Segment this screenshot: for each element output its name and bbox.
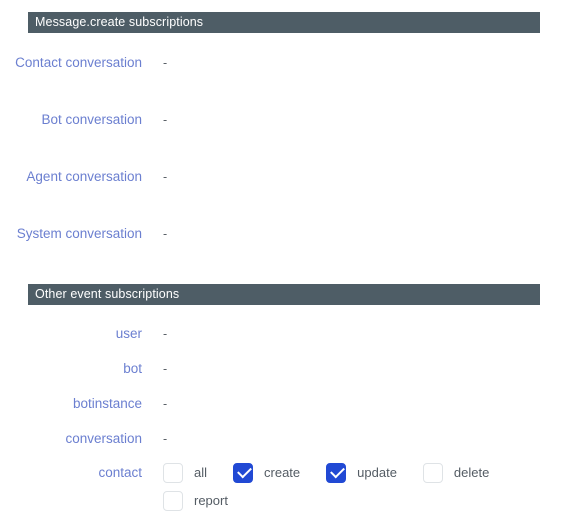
checkbox-all[interactable] xyxy=(163,463,183,483)
row-label-bot: bot xyxy=(123,361,142,376)
checkbox-label-report[interactable]: report xyxy=(194,487,228,515)
form-row-botinstance: botinstance - xyxy=(0,393,569,415)
row-value-bot: - xyxy=(163,362,168,376)
section-header-other-events: Other event subscriptions xyxy=(28,284,540,305)
form-row-agent-conversation: Agent conversation - xyxy=(0,166,569,188)
row-label-user: user xyxy=(115,326,142,341)
checkbox-delete[interactable] xyxy=(422,463,443,483)
row-value-agent-conversation: - xyxy=(163,170,168,184)
row-label-agent-conversation: Agent conversation xyxy=(26,169,142,184)
row-value-bot-conversation: - xyxy=(163,113,168,127)
checkbox-label-all[interactable]: all xyxy=(194,459,207,487)
checkbox-update[interactable] xyxy=(326,463,347,483)
form-row-bot-conversation: Bot conversation - xyxy=(0,109,569,131)
checkbox-item-report[interactable]: report xyxy=(163,487,228,515)
checkbox-label-update[interactable]: update xyxy=(357,459,397,487)
form-row-conversation: conversation - xyxy=(0,428,569,450)
contact-event-checkbox-group: all create update delete report xyxy=(163,459,489,515)
checkbox-create[interactable] xyxy=(233,463,254,483)
check-icon xyxy=(237,463,252,479)
row-value-botinstance: - xyxy=(163,397,168,411)
checkbox-item-delete[interactable]: delete xyxy=(422,459,489,487)
row-label-system-conversation: System conversation xyxy=(16,226,142,241)
contact-checkbox-line-1: all create update delete xyxy=(163,459,489,487)
section-header-message-create: Message.create subscriptions xyxy=(28,12,540,33)
form-row-system-conversation: System conversation - xyxy=(0,223,569,245)
checkbox-item-create[interactable]: create xyxy=(233,459,326,487)
row-value-contact-conversation: - xyxy=(163,56,168,70)
row-label-botinstance: botinstance xyxy=(72,396,142,411)
row-label-contact: contact xyxy=(98,465,142,480)
form-row-bot: bot - xyxy=(0,358,569,380)
checkbox-label-delete[interactable]: delete xyxy=(454,459,489,487)
checkbox-item-all[interactable]: all xyxy=(163,459,233,487)
checkbox-label-create[interactable]: create xyxy=(264,459,300,487)
subscriptions-page: Message.create subscriptions Contact con… xyxy=(0,0,569,522)
row-value-conversation: - xyxy=(163,432,168,446)
form-row-user: user - xyxy=(0,323,569,345)
checkbox-item-update[interactable]: update xyxy=(326,459,423,487)
check-icon xyxy=(330,463,346,479)
contact-checkbox-line-2: report xyxy=(163,487,489,515)
row-value-user: - xyxy=(163,327,168,341)
form-row-contact-conversation: Contact conversation - xyxy=(0,52,569,74)
row-value-system-conversation: - xyxy=(163,227,168,241)
row-label-bot-conversation: Bot conversation xyxy=(41,112,142,127)
row-label-contact-conversation: Contact conversation xyxy=(15,55,142,70)
row-label-conversation: conversation xyxy=(65,431,142,446)
checkbox-report[interactable] xyxy=(163,491,183,511)
form-row-contact: contact all create update delete report xyxy=(0,459,569,515)
